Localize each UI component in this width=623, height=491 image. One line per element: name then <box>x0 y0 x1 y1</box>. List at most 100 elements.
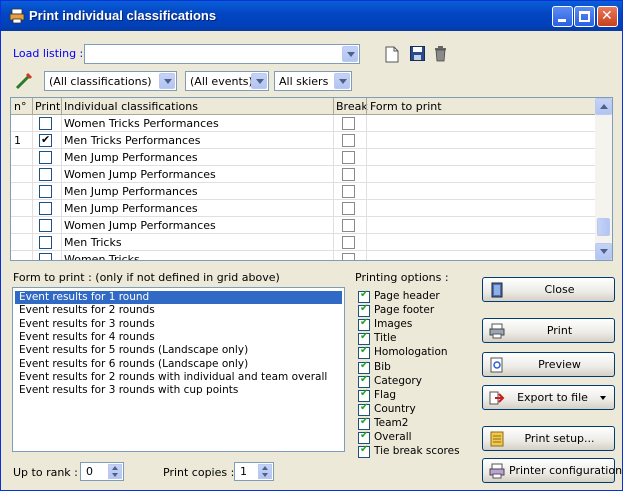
print-checkbox[interactable] <box>39 253 52 260</box>
print-checkbox[interactable] <box>39 133 52 147</box>
classifications-grid[interactable]: n° Print Individual classifications Brea… <box>10 97 613 261</box>
list-item[interactable]: Event results for 2 rounds with individu… <box>15 371 342 384</box>
table-row[interactable]: Women Tricks Performances <box>11 115 596 132</box>
option-checkbox[interactable] <box>358 303 370 318</box>
chevron-down-icon[interactable] <box>334 73 350 89</box>
classification-name[interactable]: Men Tricks Performances <box>64 134 201 147</box>
col-header-num[interactable]: n° <box>14 100 26 113</box>
classification-name[interactable]: Women Tricks Performances <box>64 117 219 130</box>
table-row[interactable]: Women Tricks <box>11 251 596 260</box>
table-row[interactable]: Men Jump Performances <box>11 200 596 217</box>
chevron-down-icon[interactable] <box>251 73 267 89</box>
break-checkbox[interactable] <box>342 219 355 232</box>
up-to-rank-label: Up to rank : <box>13 466 78 479</box>
scroll-up-icon[interactable] <box>595 98 612 115</box>
classification-name[interactable]: Men Tricks <box>64 236 122 249</box>
break-checkbox[interactable] <box>342 117 355 130</box>
classification-name[interactable]: Women Jump Performances <box>64 168 216 181</box>
export-to-file-button[interactable]: Export to file <box>482 385 615 410</box>
table-row[interactable]: Men Jump Performances <box>11 183 596 200</box>
break-checkbox[interactable] <box>342 134 355 147</box>
close-window-button[interactable]: ✕ <box>597 6 618 27</box>
option-checkbox[interactable] <box>358 402 370 416</box>
print-checkbox[interactable] <box>39 168 52 181</box>
skiers-filter-combo[interactable]: All skiers <box>274 71 352 91</box>
print-checkbox[interactable] <box>39 219 52 232</box>
print-checkbox[interactable] <box>39 151 52 164</box>
maximize-button[interactable] <box>574 6 595 27</box>
option-checkbox[interactable] <box>358 289 370 303</box>
classification-name[interactable]: Men Jump Performances <box>64 151 198 164</box>
option-checkbox[interactable] <box>358 430 370 444</box>
option-checkbox[interactable] <box>358 331 370 346</box>
option-checkbox[interactable] <box>358 360 370 374</box>
list-item[interactable]: Event results for 1 round <box>15 291 342 304</box>
list-item[interactable]: Event results for 4 rounds <box>15 331 342 344</box>
break-checkbox[interactable] <box>342 236 355 249</box>
chevron-down-icon[interactable] <box>342 46 358 62</box>
list-item[interactable]: Event results for 3 rounds <box>15 318 342 331</box>
classification-name[interactable]: Men Jump Performances <box>64 202 198 215</box>
minimize-button[interactable] <box>552 6 573 27</box>
classification-name[interactable]: Women Tricks <box>64 253 140 260</box>
option-checkbox[interactable] <box>358 416 370 430</box>
list-item[interactable]: Event results for 2 rounds <box>15 304 342 317</box>
col-header-classification[interactable]: Individual classifications <box>64 100 198 113</box>
form-to-print-list[interactable]: Event results for 1 round Event results f… <box>12 287 345 452</box>
print-checkbox[interactable] <box>39 202 52 215</box>
chevron-down-icon[interactable] <box>159 73 175 89</box>
save-disk-icon[interactable] <box>410 46 425 61</box>
option-checkbox[interactable] <box>358 345 370 360</box>
spin-arrows-icon[interactable] <box>258 464 272 479</box>
spin-arrows-icon[interactable] <box>108 464 122 479</box>
break-checkbox[interactable] <box>342 253 355 260</box>
option-label: Flag <box>374 388 397 401</box>
option-checkbox[interactable] <box>358 388 370 402</box>
list-item[interactable]: Event results for 6 rounds (Landscape on… <box>15 358 342 371</box>
printer-configuration-button[interactable]: Printer configuration... <box>482 458 623 483</box>
print-button[interactable]: Print <box>482 318 615 343</box>
trash-icon[interactable] <box>434 45 447 62</box>
print-copies-spinner[interactable]: 1 <box>234 462 274 481</box>
print-checkbox[interactable] <box>39 117 52 130</box>
classification-name[interactable]: Women Jump Performances <box>64 219 216 232</box>
col-header-break[interactable]: Break <box>336 100 368 113</box>
option-checkbox[interactable] <box>358 444 370 459</box>
option-checkbox[interactable] <box>358 374 370 388</box>
table-row[interactable]: Women Jump Performances <box>11 217 596 234</box>
table-row[interactable]: 1 Men Tricks Performances <box>11 132 596 149</box>
load-listing-combo[interactable] <box>84 44 360 64</box>
col-header-form[interactable]: Form to print <box>370 100 442 113</box>
list-item[interactable]: Event results for 3 rounds with cup poin… <box>15 384 342 397</box>
printer-app-icon <box>9 8 25 24</box>
break-checkbox[interactable] <box>342 202 355 215</box>
preview-button[interactable]: Preview <box>482 352 615 377</box>
break-checkbox[interactable] <box>342 185 355 198</box>
table-row[interactable]: Women Jump Performances <box>11 166 596 183</box>
up-to-rank-spinner[interactable]: 0 <box>80 462 124 481</box>
events-filter-combo[interactable]: (All events) <box>185 71 269 91</box>
new-document-icon[interactable] <box>385 46 399 63</box>
classification-filter-combo[interactable]: (All classifications) <box>44 71 177 91</box>
col-header-print[interactable]: Print <box>35 100 60 113</box>
preview-button-label: Preview <box>538 358 581 371</box>
grid-vertical-scrollbar[interactable] <box>595 98 612 260</box>
print-setup-button[interactable]: Print setup... <box>482 426 615 451</box>
print-checkbox[interactable] <box>39 185 52 198</box>
print-checkbox[interactable] <box>39 236 52 249</box>
title-bar[interactable]: Print individual classifications ✕ <box>1 1 622 31</box>
table-row[interactable]: Men Jump Performances <box>11 149 596 166</box>
list-item[interactable]: Event results for 5 rounds (Landscape on… <box>15 344 342 357</box>
table-row[interactable]: Men Tricks <box>11 234 596 251</box>
break-checkbox[interactable] <box>342 151 355 164</box>
option-checkbox[interactable] <box>358 317 370 332</box>
scroll-thumb[interactable] <box>597 218 610 236</box>
print-button-label: Print <box>546 324 573 337</box>
option-label: Team2 <box>374 416 409 429</box>
scroll-down-icon[interactable] <box>595 243 612 260</box>
break-checkbox[interactable] <box>342 168 355 181</box>
export-arrow-icon <box>489 391 505 405</box>
classification-name[interactable]: Men Jump Performances <box>64 185 198 198</box>
close-button[interactable]: Close <box>482 277 615 302</box>
option-label: Homologation <box>374 346 448 359</box>
